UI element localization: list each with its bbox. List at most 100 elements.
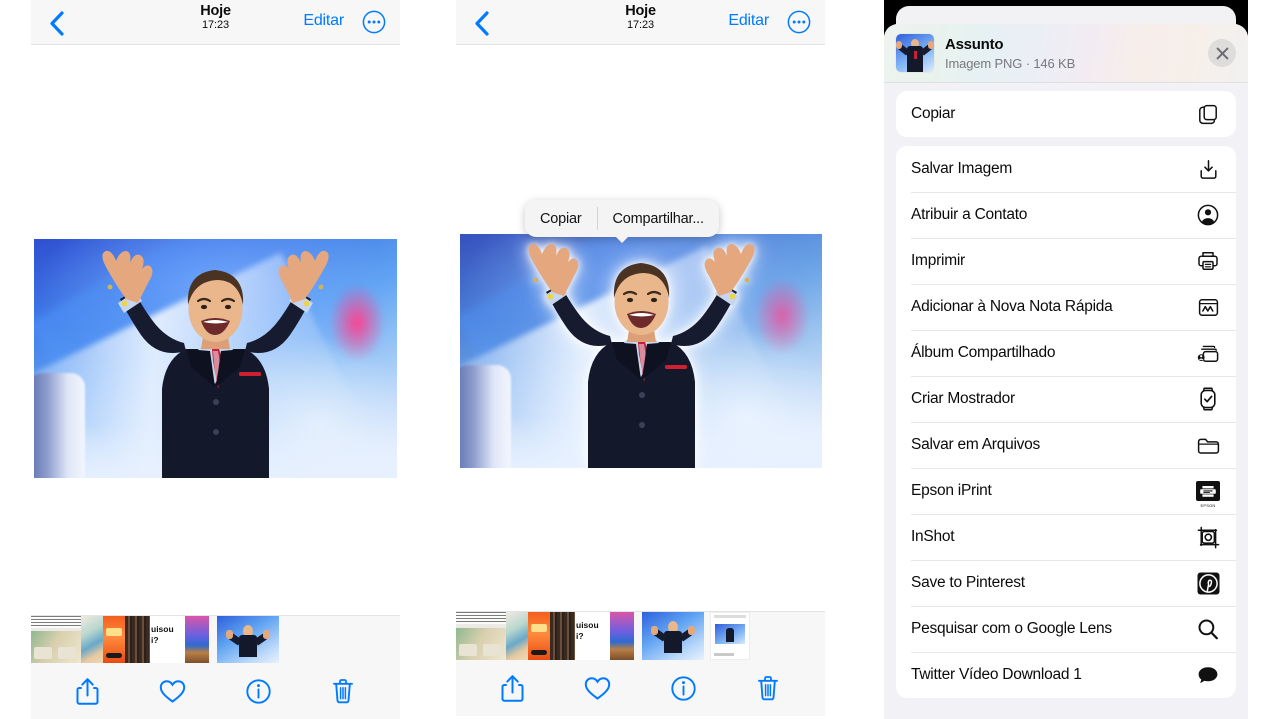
thumbnail-strip[interactable]: uisou i?	[456, 612, 825, 660]
table-row[interactable]: Twitter Vídeo Download 1	[896, 652, 1236, 698]
contact-icon	[1195, 202, 1221, 228]
list-item[interactable]	[506, 612, 528, 660]
edit-button[interactable]: Editar	[728, 12, 769, 30]
bottom-bar: uisou i?	[456, 611, 825, 716]
table-row[interactable]: Pesquisar com o Google Lens	[896, 606, 1236, 652]
list-item-label: Copiar	[911, 105, 956, 122]
more-options-button[interactable]	[362, 10, 386, 34]
favorite-button[interactable]	[155, 673, 191, 709]
list-item-label: InShot	[911, 528, 955, 545]
action-toolbar	[31, 663, 400, 719]
list-item[interactable]	[31, 616, 81, 663]
list-item-label: Álbum Compartilhado	[911, 344, 1056, 361]
close-icon	[1216, 47, 1228, 59]
nav-title-time: 17:23	[201, 19, 230, 32]
table-row[interactable]: Epson iPrint EPSON	[896, 468, 1236, 514]
more-options-button[interactable]	[787, 10, 811, 34]
screenshot-stage: Hoje 17:23 Editar uisou i? Hoje 17:23 Ed…	[0, 0, 1280, 719]
list-item-label: Criar Mostrador	[911, 390, 1015, 407]
info-button[interactable]	[665, 670, 701, 706]
thumbnail-strip[interactable]: uisou i?	[31, 616, 400, 663]
copy-icon	[1195, 101, 1221, 127]
table-row[interactable]: Criar Mostrador	[896, 376, 1236, 422]
list-item-selected[interactable]	[642, 612, 704, 660]
photos-viewer-selection-panel: Hoje 17:23 Editar Copiar Compartilhar...	[456, 0, 825, 719]
ellipsis-circle-icon	[362, 10, 386, 34]
list-item[interactable]: uisou i?	[575, 612, 610, 660]
delete-button[interactable]	[750, 670, 786, 706]
photo-subject-presenter	[102, 250, 329, 478]
share-item-meta: Assunto Imagem PNG · 146 KB	[945, 36, 1208, 71]
chevron-left-icon	[474, 10, 489, 36]
chevron-left-icon	[49, 10, 64, 36]
action-group-clipboard: Copiar	[896, 91, 1236, 137]
share-sheet-panel: Assunto Imagem PNG · 146 KB Copiar Salva…	[884, 0, 1248, 719]
favorite-button[interactable]	[580, 670, 616, 706]
avatar	[896, 34, 934, 72]
pinterest-icon	[1195, 570, 1221, 596]
share-sheet: Assunto Imagem PNG · 146 KB Copiar Salva…	[884, 24, 1248, 719]
back-button[interactable]	[466, 8, 496, 38]
list-item[interactable]	[185, 616, 209, 663]
share-button[interactable]	[70, 673, 106, 709]
list-item-selected[interactable]	[217, 616, 279, 663]
table-row[interactable]: Save to Pinterest	[896, 560, 1236, 606]
list-item-label: Epson iPrint	[911, 482, 992, 499]
list-item-label: Salvar Imagem	[911, 160, 1012, 177]
table-row[interactable]: Adicionar à Nova Nota Rápida	[896, 284, 1236, 330]
action-toolbar	[456, 660, 825, 716]
trash-icon	[333, 679, 354, 704]
save-download-icon	[1195, 156, 1221, 182]
table-row[interactable]: Imprimir	[896, 238, 1236, 284]
back-button[interactable]	[41, 8, 71, 38]
magnifier-icon	[1195, 616, 1221, 642]
list-item[interactable]	[610, 612, 634, 660]
share-button[interactable]	[495, 670, 531, 706]
photo-image[interactable]	[34, 239, 397, 478]
epson-iprint-icon: EPSON	[1195, 478, 1221, 508]
callout-tail	[614, 236, 629, 243]
ellipsis-circle-icon	[787, 10, 811, 34]
photos-viewer-panel: Hoje 17:23 Editar uisou i?	[31, 0, 400, 719]
list-item[interactable]	[103, 616, 125, 663]
quick-note-icon	[1195, 294, 1221, 320]
table-row[interactable]: Atribuir a Contato	[896, 192, 1236, 238]
photo-subject-presenter-lifted[interactable]	[460, 234, 822, 468]
share-item-subtitle: Imagem PNG · 146 KB	[945, 55, 1076, 71]
share-sheet-header: Assunto Imagem PNG · 146 KB	[884, 24, 1248, 83]
list-item-label: Atribuir a Contato	[911, 206, 1028, 223]
edit-button[interactable]: Editar	[303, 12, 344, 30]
info-circle-icon	[245, 678, 271, 704]
list-item[interactable]	[81, 616, 103, 663]
share-menu-item[interactable]: Compartilhar...	[598, 200, 719, 237]
bottom-bar: uisou i?	[31, 615, 400, 719]
close-button[interactable]	[1208, 39, 1236, 67]
heart-icon	[585, 676, 611, 700]
copy-menu-item[interactable]: Copiar	[525, 200, 597, 237]
list-item[interactable]: uisou i?	[150, 616, 185, 663]
table-row[interactable]: Salvar em Arquivos	[896, 422, 1236, 468]
list-item[interactable]	[125, 616, 150, 663]
inshot-icon	[1195, 524, 1221, 550]
action-group-apps: Salvar Imagem Atribuir a Contato Imprimi…	[896, 146, 1236, 698]
list-item[interactable]	[550, 612, 575, 660]
share-icon	[501, 675, 524, 702]
share-item-title: Assunto	[945, 35, 1004, 53]
list-item-label: Adicionar à Nova Nota Rápida	[911, 298, 1113, 315]
table-row[interactable]: Copiar	[896, 91, 1236, 137]
info-button[interactable]	[240, 673, 276, 709]
list-item[interactable]	[528, 612, 550, 660]
table-row[interactable]: Salvar Imagem	[896, 146, 1236, 192]
folder-icon	[1195, 432, 1221, 458]
delete-button[interactable]	[325, 673, 361, 709]
list-item[interactable]	[456, 612, 506, 660]
heart-icon	[160, 679, 186, 703]
table-row[interactable]: Álbum Compartilhado	[896, 330, 1236, 376]
list-item[interactable]	[710, 612, 750, 660]
share-sheet-body: Copiar Salvar Imagem Atribuir a Contato …	[884, 83, 1248, 698]
photo-image[interactable]	[460, 234, 822, 468]
table-row[interactable]: InShot	[896, 514, 1236, 560]
context-menu-callout: Copiar Compartilhar...	[525, 200, 719, 243]
nav-title-time: 17:23	[626, 19, 655, 32]
page-title: Hoje 17:23	[456, 3, 825, 32]
